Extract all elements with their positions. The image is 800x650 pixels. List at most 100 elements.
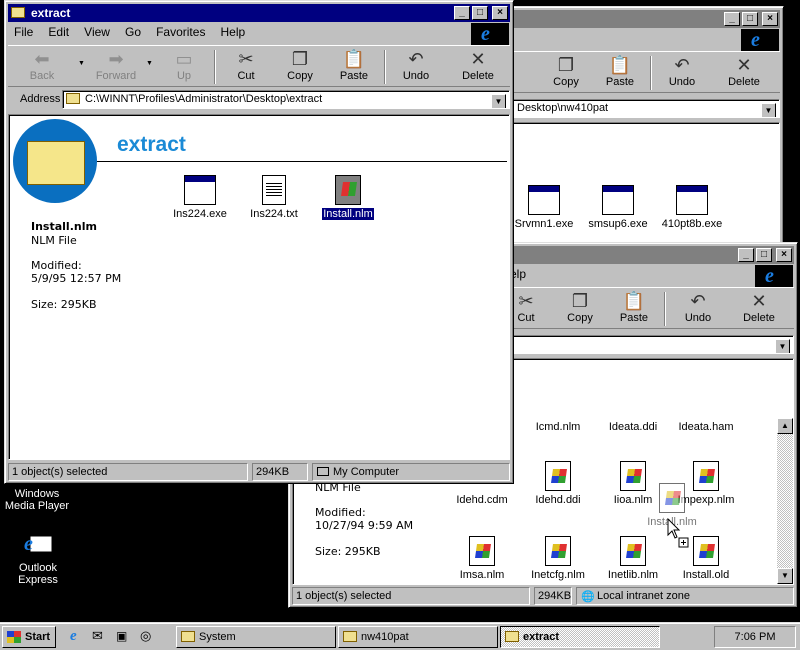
task-system[interactable]: System bbox=[176, 626, 336, 648]
paste-button[interactable]: 📋 Paste bbox=[594, 54, 646, 92]
button-label: Copy bbox=[287, 70, 313, 82]
maximize-button[interactable]: □ bbox=[742, 12, 758, 26]
forward-button[interactable]: ➡ Forward bbox=[90, 48, 142, 86]
task-nw410pat[interactable]: nw410pat bbox=[338, 626, 498, 648]
maximize-button[interactable]: □ bbox=[472, 6, 488, 20]
file-label: Inetcfg.nlm bbox=[531, 569, 585, 581]
toolbar: ❐ Copy 📋 Paste ↶ Undo ✕ Delete bbox=[512, 51, 780, 93]
show-desktop-icon[interactable]: ▣ bbox=[116, 629, 127, 643]
taskbar: Start e ✉ ▣ ◎ System nw410pat extract 7:… bbox=[0, 622, 800, 650]
file-item[interactable]: Icmd.nlm bbox=[523, 421, 593, 433]
undo-button[interactable]: ↶ Undo bbox=[656, 54, 708, 92]
desktop-icon-outlook-express[interactable]: e Outlook Express bbox=[3, 528, 73, 586]
file-item[interactable]: Inetlib.nlm bbox=[598, 536, 668, 581]
minimize-button[interactable]: _ bbox=[738, 248, 754, 262]
file-item[interactable]: smsup6.exe bbox=[583, 185, 653, 230]
undo-icon: ↶ bbox=[408, 49, 424, 69]
button-label: Back bbox=[29, 70, 55, 82]
folder-banner-icon bbox=[13, 119, 97, 203]
maximize-button[interactable]: □ bbox=[756, 248, 772, 262]
minimize-button[interactable]: _ bbox=[724, 12, 740, 26]
file-item[interactable]: Imsa.nlm bbox=[447, 536, 517, 581]
copy-button[interactable]: ❐ Copy bbox=[554, 290, 606, 328]
nlm-file-icon bbox=[620, 536, 646, 566]
minimize-button[interactable]: _ bbox=[454, 6, 470, 20]
quick-launch: e ✉ ▣ ◎ bbox=[66, 628, 166, 646]
copy-icon: ❐ bbox=[571, 291, 589, 311]
file-item[interactable]: Srvmn1.exe bbox=[513, 185, 579, 230]
ie-throbber: e bbox=[471, 23, 509, 45]
back-dropdown-icon[interactable]: ▼ bbox=[78, 60, 85, 67]
paste-button[interactable]: 📋 Paste bbox=[608, 290, 660, 328]
close-button[interactable]: × bbox=[776, 248, 792, 262]
file-item[interactable]: Ins224.exe bbox=[165, 175, 235, 220]
file-item[interactable]: Idehd.ddi bbox=[523, 461, 593, 506]
file-item[interactable]: Ideata.ham bbox=[671, 421, 741, 433]
scroll-up-button[interactable]: ▲ bbox=[777, 418, 793, 434]
task-extract[interactable]: extract bbox=[500, 626, 660, 648]
outlook-launch-icon[interactable]: ✉ bbox=[92, 628, 103, 644]
address-field[interactable]: Desktop\nw410pat ▼ bbox=[512, 99, 780, 118]
start-button[interactable]: Start bbox=[2, 626, 56, 648]
menu-item-help[interactable]: Help bbox=[215, 23, 252, 41]
menu-item-view[interactable]: View bbox=[78, 23, 116, 41]
file-item[interactable]: Ins224.txt bbox=[239, 175, 309, 220]
file-label: Imsa.nlm bbox=[459, 569, 505, 581]
copy-button[interactable]: ❐ Copy bbox=[274, 48, 326, 86]
copy-button[interactable]: ❐ Copy bbox=[540, 54, 592, 92]
paste-button[interactable]: 📋 Paste bbox=[328, 48, 380, 86]
button-label: Copy bbox=[553, 76, 579, 88]
chevron-down-icon[interactable]: ▼ bbox=[491, 94, 506, 108]
channels-icon[interactable]: ◎ bbox=[140, 628, 151, 644]
file-item-selected[interactable]: Install.nlm bbox=[313, 175, 383, 221]
menu-item-edit[interactable]: Edit bbox=[42, 23, 75, 41]
menu-item-file[interactable]: File bbox=[8, 23, 39, 41]
file-item[interactable]: 410pt8b.exe bbox=[657, 185, 727, 230]
chevron-down-icon[interactable]: ▼ bbox=[761, 103, 776, 117]
scroll-down-button[interactable]: ▼ bbox=[777, 568, 793, 584]
file-item[interactable]: Inetcfg.nlm bbox=[523, 536, 593, 581]
modified-label: Modified: bbox=[31, 259, 82, 272]
file-label: smsup6.exe bbox=[588, 218, 648, 230]
text-file-icon bbox=[262, 175, 286, 205]
nlm-file-icon bbox=[545, 461, 571, 491]
close-button[interactable]: × bbox=[492, 6, 508, 20]
address-bar: Desktop\nw410pat ▼ bbox=[512, 97, 780, 119]
title-bar[interactable]: _ □ × bbox=[512, 10, 780, 28]
title-bar[interactable]: extract _ □ × bbox=[8, 4, 510, 22]
file-item[interactable]: Ideata.ddi bbox=[598, 421, 668, 433]
up-button[interactable]: ▭ Up bbox=[158, 48, 210, 86]
file-label: Install.nlm bbox=[321, 207, 375, 221]
delete-icon: ✕ bbox=[470, 49, 486, 69]
delete-button[interactable]: ✕ Delete bbox=[718, 54, 770, 92]
folder-icon bbox=[66, 93, 80, 104]
ie-throbber: e bbox=[741, 29, 779, 51]
status-zone: My Computer bbox=[312, 463, 510, 481]
back-button[interactable]: ⬅ Back bbox=[16, 48, 68, 86]
undo-button[interactable]: ↶ Undo bbox=[390, 48, 442, 86]
address-label: Address bbox=[20, 93, 61, 105]
status-size: 294KB bbox=[534, 587, 572, 605]
delete-button[interactable]: ✕ Delete bbox=[452, 48, 504, 86]
forward-dropdown-icon[interactable]: ▼ bbox=[146, 60, 153, 67]
address-field[interactable]: ▼ bbox=[512, 335, 794, 354]
menu-item-favorites[interactable]: Favorites bbox=[150, 23, 211, 41]
ie-launch-icon[interactable]: e bbox=[70, 628, 77, 645]
my-computer-icon bbox=[317, 467, 329, 476]
toolbar-separator bbox=[664, 292, 666, 326]
exe-file-icon bbox=[528, 185, 560, 215]
globe-icon: 🌐 bbox=[581, 591, 595, 603]
cut-button[interactable]: ✂ Cut bbox=[220, 48, 272, 86]
clock[interactable]: 7:06 PM bbox=[735, 631, 776, 643]
chevron-down-icon[interactable]: ▼ bbox=[775, 339, 790, 353]
delete-button[interactable]: ✕ Delete bbox=[733, 290, 785, 328]
desktop-icon-media-player[interactable]: Windows Media Player bbox=[2, 488, 72, 512]
paste-icon: 📋 bbox=[608, 55, 632, 75]
address-field[interactable]: C:\WINNT\Profiles\Administrator\Desktop\… bbox=[62, 90, 510, 109]
close-button[interactable]: × bbox=[762, 12, 778, 26]
paste-icon: 📋 bbox=[622, 291, 646, 311]
window-nw410pat: _ □ × e ❐ Copy 📋 Paste ↶ Undo ✕ Delete Deskt… bbox=[508, 6, 784, 250]
menu-item-go[interactable]: Go bbox=[119, 23, 147, 41]
undo-button[interactable]: ↶ Undo bbox=[672, 290, 724, 328]
vertical-scrollbar[interactable]: ▲ ▼ bbox=[777, 418, 793, 584]
